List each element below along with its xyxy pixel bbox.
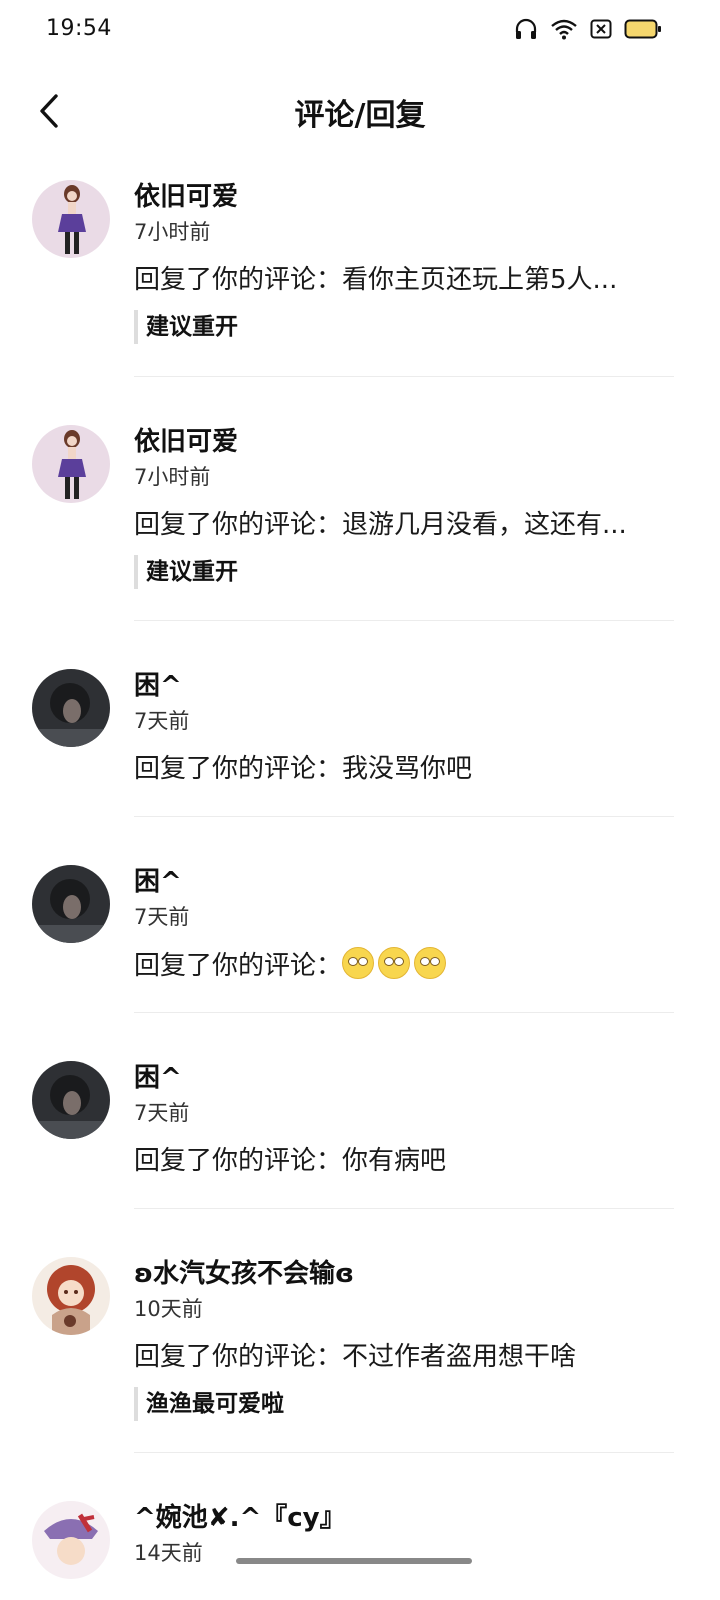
home-indicator[interactable] bbox=[236, 1558, 472, 1564]
reply-text[interactable]: 回复了你的评论： bbox=[134, 947, 674, 984]
timestamp: 7小时前 bbox=[134, 220, 211, 244]
user-name[interactable]: 困^ bbox=[134, 1061, 674, 1095]
header: 评论/回复 bbox=[0, 76, 720, 146]
reply-text[interactable]: 回复了你的评论：我没骂你吧 bbox=[134, 751, 674, 787]
reply-text[interactable]: 回复了你的评论：不过作者盗用想干啥 bbox=[134, 1339, 674, 1375]
headphone-icon bbox=[514, 18, 538, 44]
quoted-comment: 渔渔最可爱啦 bbox=[134, 1387, 674, 1421]
list-item[interactable]: 依旧可爱 7小时前 回复了你的评论：退游几月没看，这还有... 建议重开 bbox=[0, 377, 720, 620]
list-item[interactable]: 困^ 7天前 回复了你的评论： bbox=[0, 817, 720, 1012]
timestamp: 7小时前 bbox=[134, 465, 211, 489]
timestamp: 7天前 bbox=[134, 1101, 190, 1125]
eye-roll-emoji bbox=[414, 947, 447, 979]
status-time: 19:54 bbox=[46, 16, 112, 41]
no-sim-icon bbox=[590, 19, 612, 43]
battery-icon bbox=[624, 18, 662, 44]
user-avatar[interactable] bbox=[32, 425, 110, 503]
eye-roll-emoji bbox=[342, 947, 375, 979]
user-avatar[interactable] bbox=[32, 669, 110, 747]
user-name[interactable]: 困^ bbox=[134, 865, 674, 899]
list-item[interactable]: 依旧可爱 7小时前 回复了你的评论：看你主页还玩上第5人... 建议重开 bbox=[0, 168, 720, 376]
reply-text[interactable]: 回复了你的评论：退游几月没看，这还有... bbox=[134, 507, 674, 543]
status-icons bbox=[514, 18, 662, 44]
reply-text[interactable]: 回复了你的评论：你有病吧 bbox=[134, 1143, 674, 1179]
list-item[interactable]: 困^ 7天前 回复了你的评论：你有病吧 bbox=[0, 1013, 720, 1208]
user-avatar[interactable] bbox=[32, 1061, 110, 1139]
user-name[interactable]: ʚ水汽女孩不会输ɞ bbox=[134, 1257, 674, 1291]
timestamp: 7天前 bbox=[134, 709, 190, 733]
wifi-icon bbox=[550, 18, 578, 44]
timestamp: 7天前 bbox=[134, 905, 190, 929]
reply-text[interactable]: 回复了你的评论：看你主页还玩上第5人... bbox=[134, 262, 674, 298]
list-item[interactable]: 困^ 7天前 回复了你的评论：我没骂你吧 bbox=[0, 621, 720, 816]
notification-list: 依旧可爱 7小时前 回复了你的评论：看你主页还玩上第5人... 建议重开 依旧可… bbox=[0, 168, 720, 1593]
user-avatar[interactable] bbox=[32, 180, 110, 258]
quoted-comment: 建议重开 bbox=[134, 310, 674, 344]
list-item[interactable]: ^婉池✘.^『cy』 14天前 bbox=[0, 1453, 720, 1593]
user-name[interactable]: 依旧可爱 bbox=[134, 425, 674, 459]
user-name[interactable]: ^婉池✘.^『cy』 bbox=[134, 1501, 674, 1535]
user-name[interactable]: 困^ bbox=[134, 669, 674, 703]
user-name[interactable]: 依旧可爱 bbox=[134, 180, 674, 214]
quoted-comment: 建议重开 bbox=[134, 555, 674, 589]
list-item[interactable]: ʚ水汽女孩不会输ɞ 10天前 回复了你的评论：不过作者盗用想干啥 渔渔最可爱啦 bbox=[0, 1209, 720, 1452]
timestamp: 10天前 bbox=[134, 1297, 203, 1321]
user-avatar[interactable] bbox=[32, 865, 110, 943]
status-bar: 19:54 bbox=[0, 0, 720, 64]
user-avatar[interactable] bbox=[32, 1257, 110, 1335]
user-avatar[interactable] bbox=[32, 1501, 110, 1579]
eye-roll-emoji bbox=[378, 947, 411, 979]
reply-prefix: 回复了你的评论： bbox=[134, 951, 343, 981]
page-title: 评论/回复 bbox=[294, 98, 426, 133]
